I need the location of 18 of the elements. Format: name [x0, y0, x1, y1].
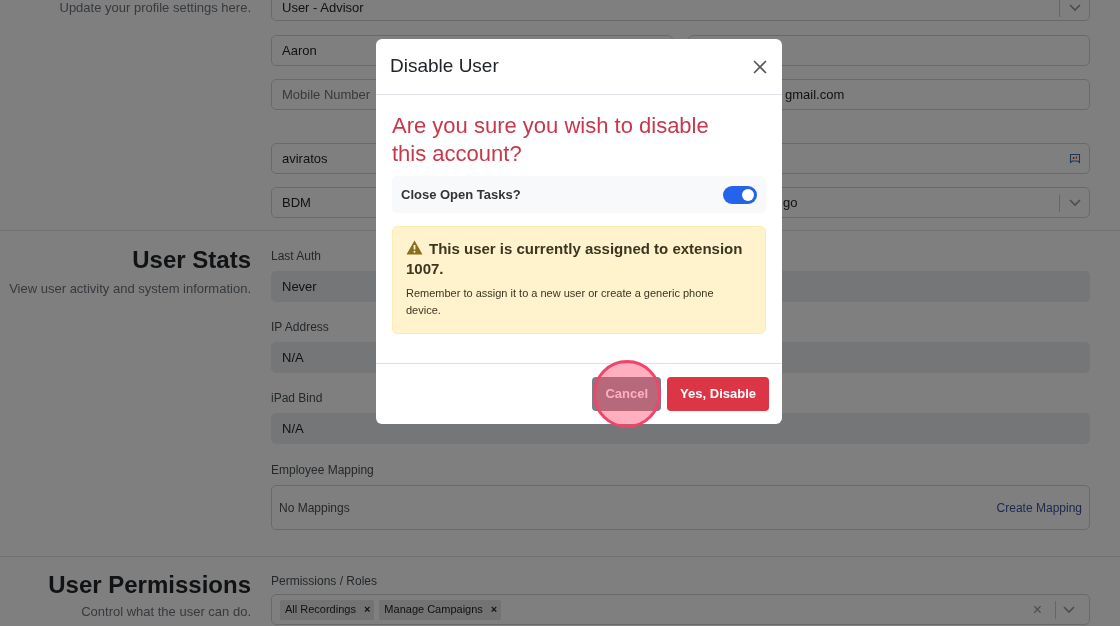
- field-label: iPad Bind: [271, 390, 323, 407]
- section-description: Update your profile settings here.: [58, 0, 251, 17]
- toggle-label: Close Open Tasks?: [401, 185, 521, 204]
- field-label: Permissions / Roles: [271, 573, 378, 590]
- tag-label: Manage Campaigns: [383, 602, 484, 618]
- field-label: Employee Mapping: [271, 462, 374, 479]
- section-title: User Permissions: [47, 570, 251, 600]
- confirmation-question: Are you sure you wish to disable this account?: [392, 112, 710, 168]
- empty-message: No Mappings: [279, 499, 350, 517]
- field-label: Last Auth: [271, 248, 322, 265]
- tag-label: All Recordings: [284, 602, 357, 618]
- field-label: IP Address: [271, 319, 329, 336]
- section-title: User Stats: [131, 245, 251, 275]
- dialog-title: Disable User: [390, 54, 499, 79]
- section-description: View user activity and system information.: [8, 280, 251, 298]
- section-description: Control what the user can do.: [80, 603, 251, 621]
- alert-text: Remember to assign it to a new user or create a generic phone device.: [406, 286, 715, 318]
- alert-heading: This user is currently assigned to extension 1007.: [406, 239, 744, 279]
